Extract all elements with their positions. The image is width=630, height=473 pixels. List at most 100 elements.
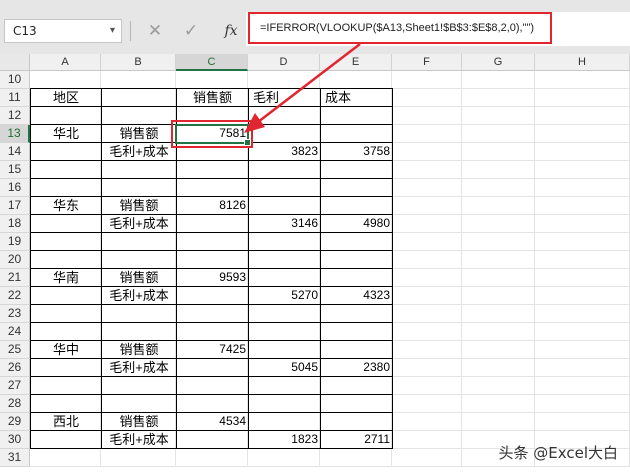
cell[interactable] [462, 359, 535, 377]
cell[interactable] [101, 71, 176, 89]
sales-value[interactable]: 4534 [176, 412, 249, 431]
cell[interactable] [462, 323, 535, 341]
label-profit-cost[interactable]: 毛利+成本 [101, 430, 177, 449]
table-cell[interactable] [320, 322, 393, 341]
table-cell[interactable] [30, 304, 102, 323]
chevron-down-icon[interactable]: ▾ [110, 20, 115, 42]
table-cell[interactable] [248, 124, 321, 143]
row-header-27[interactable]: 27 [0, 377, 30, 395]
gross-value[interactable]: 3146 [248, 214, 321, 233]
table-cell[interactable] [248, 268, 321, 287]
cost-value[interactable]: 4980 [320, 214, 393, 233]
table-cell[interactable] [176, 394, 249, 413]
cell[interactable] [535, 305, 630, 323]
table-cell[interactable] [176, 430, 249, 449]
sales-value[interactable]: 8126 [176, 196, 249, 215]
cell[interactable] [392, 413, 462, 431]
table-cell[interactable] [320, 304, 393, 323]
cell[interactable] [392, 71, 462, 89]
cell[interactable] [535, 413, 630, 431]
cell[interactable] [535, 215, 630, 233]
cost-value[interactable]: 3758 [320, 142, 393, 161]
table-cell[interactable] [30, 142, 102, 161]
row-header-12[interactable]: 12 [0, 107, 30, 125]
table-cell[interactable] [176, 376, 249, 395]
column-header-f[interactable]: F [392, 54, 462, 71]
gross-value[interactable]: 3823 [248, 142, 321, 161]
cell[interactable] [392, 359, 462, 377]
cell[interactable] [176, 449, 248, 467]
table-cell[interactable] [320, 160, 393, 179]
table-cell[interactable] [176, 142, 249, 161]
table-cell[interactable] [248, 106, 321, 125]
insert-function-button[interactable]: fx [218, 19, 244, 43]
header-cost[interactable]: 成本 [320, 88, 393, 107]
table-cell[interactable] [320, 232, 393, 251]
table-cell[interactable] [248, 376, 321, 395]
cell[interactable] [462, 71, 535, 89]
row-header-17[interactable]: 17 [0, 197, 30, 215]
table-cell[interactable] [176, 160, 249, 179]
cell[interactable] [462, 179, 535, 197]
cell[interactable] [392, 431, 462, 449]
cell[interactable] [392, 341, 462, 359]
cell[interactable] [392, 107, 462, 125]
table-cell[interactable] [101, 322, 177, 341]
cell[interactable] [535, 89, 630, 107]
row-header-21[interactable]: 21 [0, 269, 30, 287]
table-cell[interactable] [248, 250, 321, 269]
table-cell[interactable] [30, 394, 102, 413]
cell[interactable] [535, 359, 630, 377]
region-cell[interactable]: 华北 [30, 124, 102, 143]
label-sales[interactable]: 销售额 [101, 124, 177, 143]
header-gross[interactable]: 毛利 [248, 88, 321, 107]
formula-input[interactable]: =IFERROR(VLOOKUP($A13,Sheet1!$B$3:$E$8,2… [248, 12, 552, 44]
table-cell[interactable] [248, 232, 321, 251]
cell[interactable] [535, 125, 630, 143]
cancel-icon[interactable]: ✕ [142, 19, 168, 43]
table-cell[interactable] [248, 340, 321, 359]
cell[interactable] [462, 413, 535, 431]
row-header-18[interactable]: 18 [0, 215, 30, 233]
row-header-28[interactable]: 28 [0, 395, 30, 413]
row-header-22[interactable]: 22 [0, 287, 30, 305]
header-sales[interactable]: 销售额 [176, 88, 249, 107]
cell[interactable] [248, 71, 320, 89]
table-cell[interactable] [248, 322, 321, 341]
region-cell[interactable]: 西北 [30, 412, 102, 431]
cell[interactable] [392, 179, 462, 197]
table-cell[interactable] [30, 214, 102, 233]
cell[interactable] [462, 305, 535, 323]
column-header-g[interactable]: G [462, 54, 535, 71]
column-header-h[interactable]: H [535, 54, 630, 71]
cost-value[interactable]: 2380 [320, 358, 393, 377]
table-cell[interactable] [320, 196, 393, 215]
cell[interactable] [392, 215, 462, 233]
cell[interactable] [535, 395, 630, 413]
label-sales[interactable]: 销售额 [101, 268, 177, 287]
table-cell[interactable] [320, 250, 393, 269]
label-profit-cost[interactable]: 毛利+成本 [101, 142, 177, 161]
cost-value[interactable]: 2711 [320, 430, 393, 449]
table-cell[interactable] [320, 340, 393, 359]
table-cell[interactable] [30, 376, 102, 395]
table-cell[interactable] [320, 106, 393, 125]
cost-value[interactable]: 4323 [320, 286, 393, 305]
region-cell[interactable]: 华中 [30, 340, 102, 359]
table-cell[interactable] [101, 250, 177, 269]
cell[interactable] [535, 143, 630, 161]
cell[interactable] [462, 89, 535, 107]
cell[interactable] [462, 197, 535, 215]
label-profit-cost[interactable]: 毛利+成本 [101, 214, 177, 233]
cell[interactable] [248, 449, 320, 467]
gross-value[interactable]: 5270 [248, 286, 321, 305]
cell[interactable] [535, 269, 630, 287]
cell[interactable] [535, 377, 630, 395]
row-header-26[interactable]: 26 [0, 359, 30, 377]
table-cell[interactable] [30, 250, 102, 269]
row-header-20[interactable]: 20 [0, 251, 30, 269]
name-box[interactable]: C13 ▾ [4, 19, 122, 43]
table-cell[interactable] [101, 178, 177, 197]
table-cell[interactable] [248, 160, 321, 179]
table-cell[interactable] [30, 286, 102, 305]
